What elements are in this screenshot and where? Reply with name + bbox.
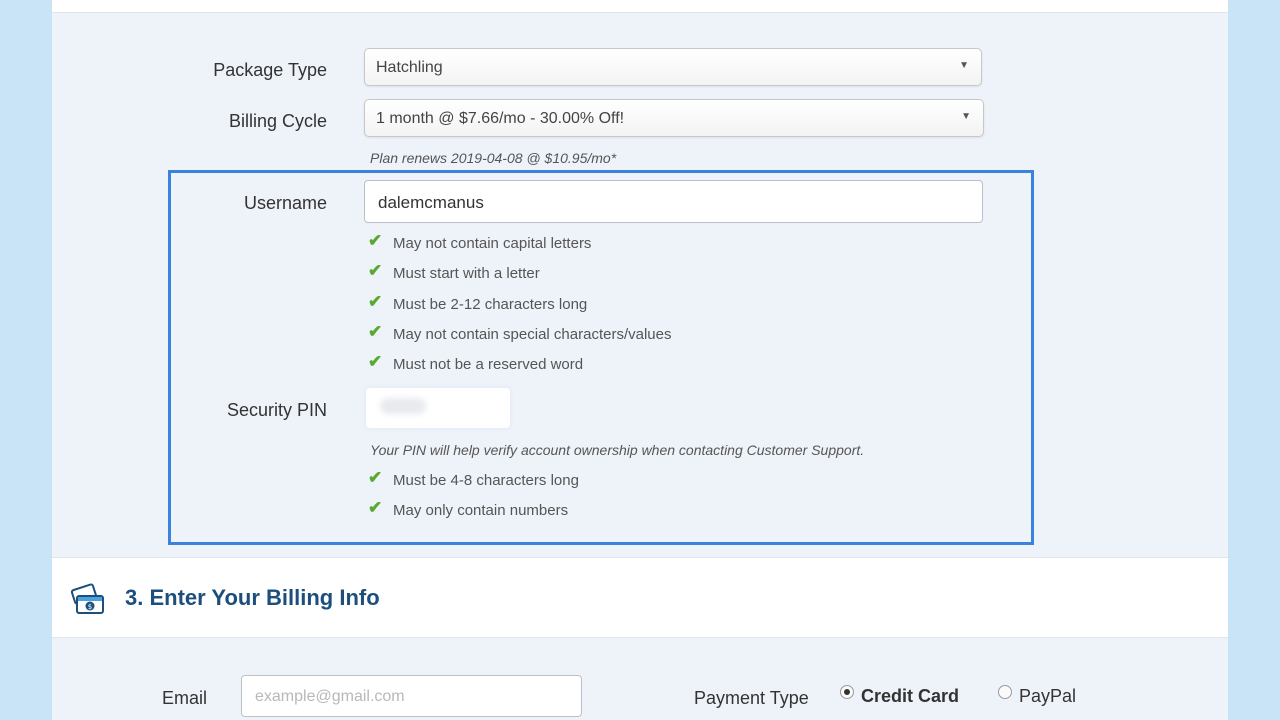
email-label: Email [162, 688, 208, 708]
account-highlight-box [168, 170, 1034, 545]
rule-text: Must start with a letter [393, 265, 540, 282]
billing-cards-icon: $ [70, 583, 104, 614]
security-pin-label: Security PIN [226, 400, 327, 420]
checkmark-icon: ✔ [368, 352, 383, 371]
billing-form-area [52, 638, 1228, 720]
username-rule: ✔ Must be 2-12 characters long [368, 292, 588, 316]
rule-text: May not contain special characters/value… [393, 326, 672, 343]
rule-text: Must not be a reserved word [393, 356, 584, 373]
pin-rule: ✔ May only contain numbers [368, 498, 569, 522]
username-rule: ✔ May not contain special characters/valu… [368, 322, 672, 346]
package-type-value: Hatchling [376, 59, 443, 76]
svg-text:$: $ [88, 603, 92, 611]
package-type-label: Package Type [213, 60, 327, 80]
rule-text: May only contain numbers [393, 502, 569, 519]
checkmark-icon: ✔ [368, 322, 383, 341]
username-rule: ✔ May not contain capital letters [368, 231, 592, 255]
checkmark-icon: ✔ [368, 231, 383, 250]
paypal-option-label[interactable]: PayPal [1019, 686, 1076, 707]
checkmark-icon: ✔ [368, 498, 383, 517]
checkmark-icon: ✔ [368, 292, 383, 311]
email-placeholder: example@gmail.com [255, 688, 405, 705]
pin-rule: ✔ Must be 4-8 characters long [368, 468, 579, 492]
email-input[interactable]: example@gmail.com [241, 675, 582, 717]
username-rule: ✔ Must not be a reserved word [368, 352, 584, 376]
billing-section-title: 3. Enter Your Billing Info [125, 585, 380, 610]
chevron-down-icon: ▼ [959, 60, 969, 71]
paypal-radio[interactable] [998, 685, 1012, 699]
username-value: dalemcmanus [378, 193, 484, 212]
rule-text: Must be 4-8 characters long [393, 472, 579, 489]
username-rule: ✔ Must start with a letter [368, 261, 540, 285]
checkmark-icon: ✔ [368, 261, 383, 280]
payment-type-label: Payment Type [694, 688, 809, 708]
username-label: Username [243, 193, 327, 213]
rule-text: May not contain capital letters [393, 235, 592, 252]
credit-card-radio[interactable] [840, 685, 854, 699]
billing-cycle-value: 1 month @ $7.66/mo - 30.00% Off! [376, 110, 625, 127]
rule-text: Must be 2-12 characters long [393, 296, 588, 313]
package-type-select[interactable]: Hatchling ▼ [364, 48, 982, 86]
chevron-down-icon: ▼ [961, 111, 971, 122]
username-input[interactable]: dalemcmanus [364, 180, 983, 223]
pin-help-note: Your PIN will help verify account owners… [370, 442, 865, 458]
billing-cycle-label: Billing Cycle [228, 111, 327, 131]
billing-cycle-select[interactable]: 1 month @ $7.66/mo - 30.00% Off! ▼ [364, 99, 984, 137]
checkmark-icon: ✔ [368, 468, 383, 487]
plan-renew-note: Plan renews 2019-04-08 @ $10.95/mo* [370, 150, 617, 166]
top-section-strip [52, 0, 1228, 13]
security-pin-input[interactable] [366, 388, 510, 428]
credit-card-option-label[interactable]: Credit Card [861, 686, 959, 707]
pin-value-blurred [380, 398, 426, 414]
radio-selected-dot [844, 689, 850, 695]
